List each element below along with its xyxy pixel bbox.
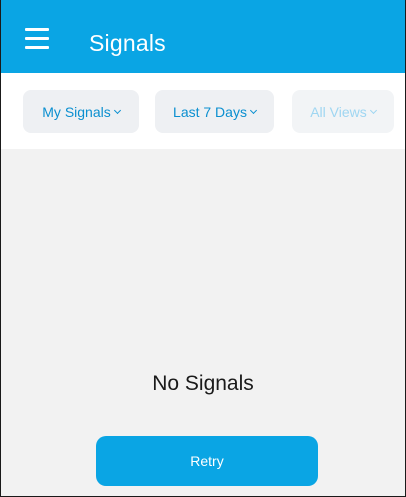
views-filter-label: All Views [310,103,367,120]
views-filter[interactable]: All Views [292,90,394,133]
page-title: Signals [89,30,166,56]
filter-bar: My Signals Last 7 Days All Views [1,73,405,149]
menu-line [25,46,49,49]
app-bar: Signals [1,0,405,73]
menu-line [25,28,49,31]
date-range-filter-label: Last 7 Days [173,103,247,120]
chevron-down-icon [369,106,377,114]
retry-button[interactable]: Retry [96,436,318,486]
chevron-down-icon [113,106,121,114]
date-range-filter[interactable]: Last 7 Days [155,90,274,133]
menu-line [25,37,49,40]
signals-screen: Signals My Signals Last 7 Days All Views… [0,0,406,497]
chevron-down-icon [249,106,258,114]
my-signals-filter-label: My Signals [42,103,111,120]
hamburger-menu-icon[interactable] [25,28,49,50]
my-signals-filter[interactable]: My Signals [23,90,139,133]
empty-state-message: No Signals [152,372,254,395]
